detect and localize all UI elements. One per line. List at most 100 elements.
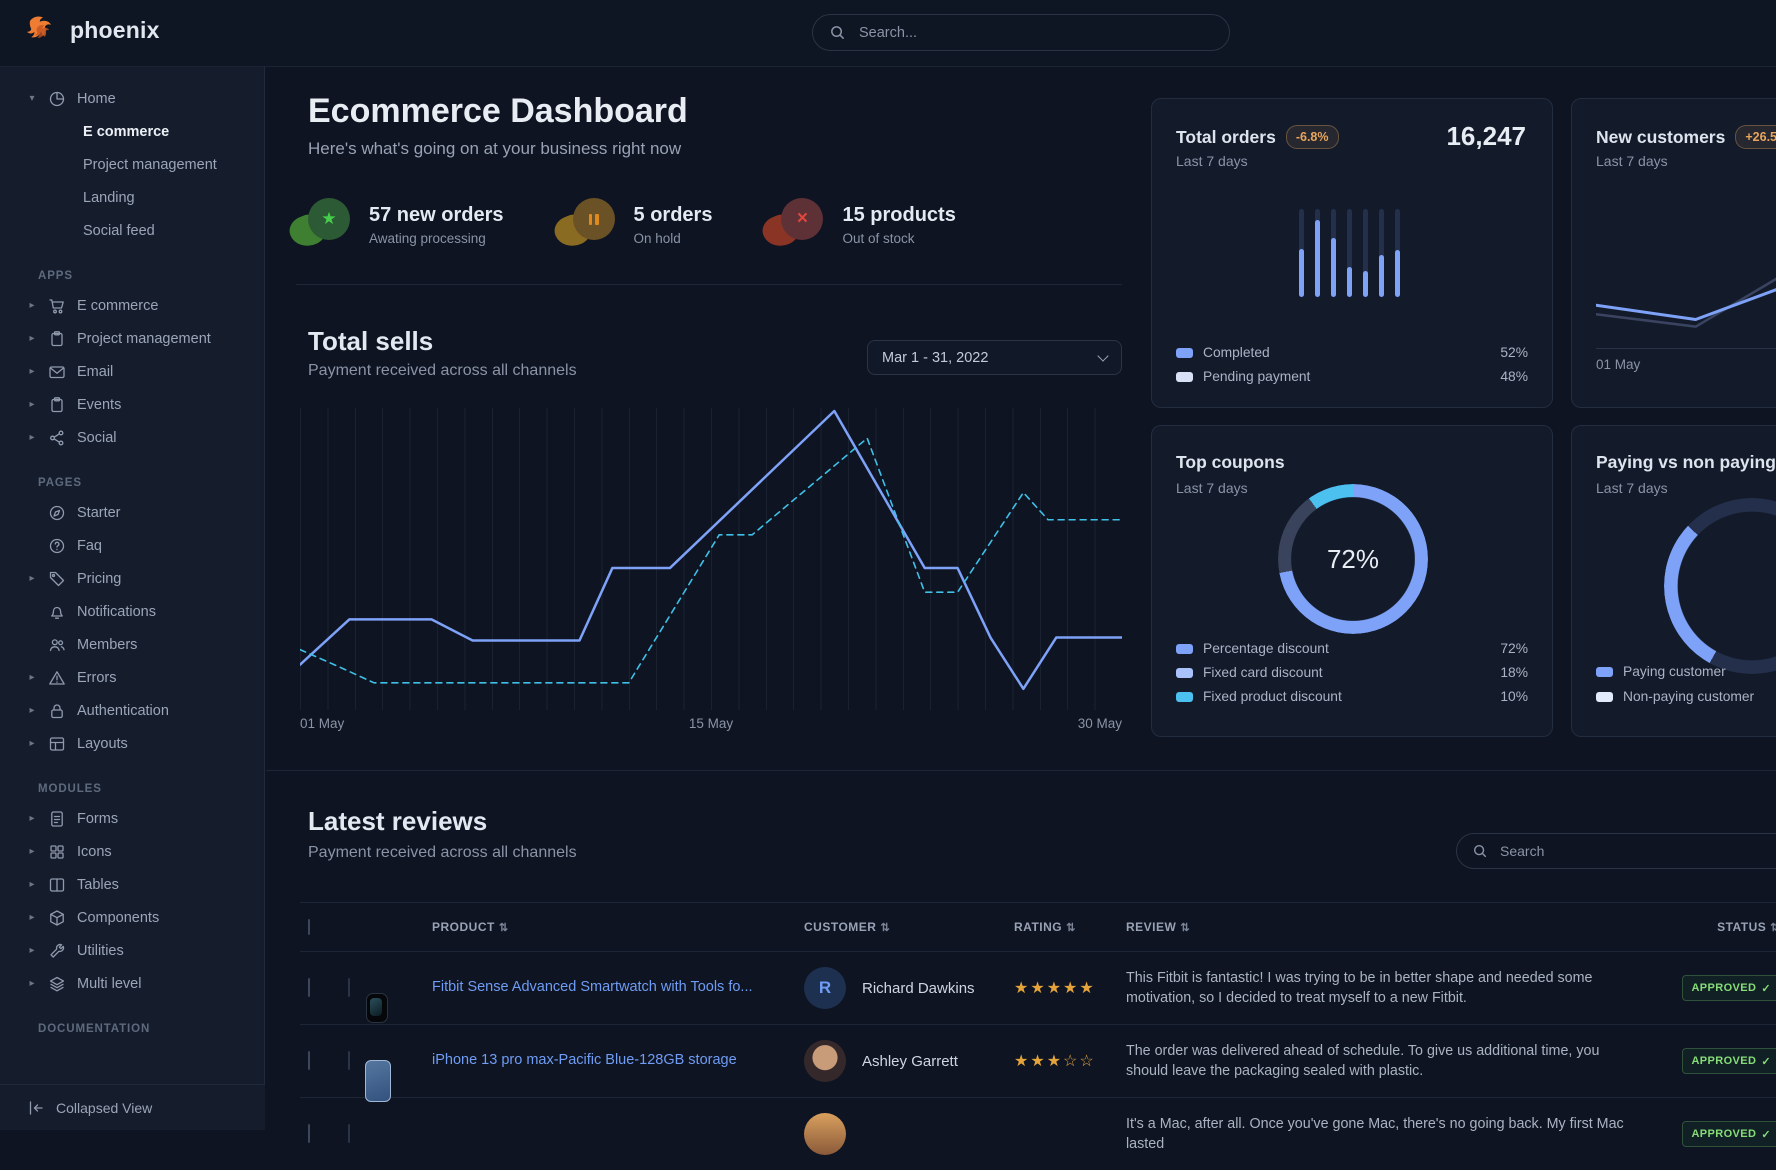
legend-label: Fixed card discount (1203, 665, 1323, 680)
clipboard-icon (48, 330, 66, 348)
page-subtitle: Here's what's going on at your business … (308, 139, 681, 159)
layout-icon (48, 735, 66, 753)
sidebar-item-layouts[interactable]: ▸ Layouts (0, 727, 264, 760)
total-orders-bar-chart (1299, 209, 1409, 297)
sidebar-item-icons[interactable]: ▸ Icons (0, 835, 264, 868)
column-header-status[interactable]: STATUS⇅ (1674, 920, 1776, 934)
column-header-rating[interactable]: RATING⇅ (1014, 920, 1126, 934)
sidebar-item-multi-level[interactable]: ▸ Multi level (0, 967, 264, 1000)
column-header-review[interactable]: REVIEW⇅ (1126, 920, 1674, 934)
sidebar-item-events[interactable]: ▸ Events (0, 388, 264, 421)
sidebar-item-project-management-app[interactable]: ▸ Project management (0, 322, 264, 355)
chevron-right-icon: ▸ (27, 300, 37, 311)
brand[interactable]: phoenix (26, 14, 160, 46)
legend-value: 48% (1500, 369, 1528, 384)
sidebar-item-label: Notifications (77, 604, 156, 620)
customer-cell: Ashley Garrett (804, 1040, 1014, 1082)
sort-icon: ⇅ (1180, 922, 1190, 934)
column-header-customer[interactable]: CUSTOMER⇅ (804, 920, 1014, 934)
sidebar-item-starter[interactable]: Starter (0, 496, 264, 529)
chevron-right-icon: ▸ (27, 945, 37, 956)
sidebar-item-faq[interactable]: Faq (0, 529, 264, 562)
reviews-search-input[interactable] (1498, 842, 1776, 860)
check-icon: ✓ (1761, 982, 1771, 995)
sidebar-section-modules: MODULES (0, 783, 264, 795)
sidebar-item-members[interactable]: Members (0, 628, 264, 661)
sidebar-item-landing[interactable]: Landing (0, 181, 264, 214)
row-checkbox[interactable] (308, 1051, 310, 1070)
sidebar-item-pricing[interactable]: ▸ Pricing (0, 562, 264, 595)
lock-icon (48, 702, 66, 720)
row-checkbox[interactable] (308, 1124, 310, 1143)
sidebar-item-social-feed[interactable]: Social feed (0, 214, 264, 247)
sidebar-item-home[interactable]: ▾ Home (0, 82, 264, 115)
tag-icon (48, 570, 66, 588)
box-icon (48, 909, 66, 927)
sidebar-item-label: Members (77, 637, 137, 653)
card-title: Paying vs non paying (1596, 452, 1776, 473)
product-thumbnail-iphone[interactable] (348, 1051, 350, 1070)
chevron-down-icon: ▾ (27, 93, 37, 104)
legend-value: 72% (1500, 641, 1528, 656)
bell-icon (48, 603, 66, 621)
product-link[interactable]: iPhone 13 pro max-Pacific Blue-128GB sto… (432, 1051, 804, 1071)
chevron-right-icon: ▸ (27, 573, 37, 584)
column-header-product[interactable]: PRODUCT⇅ (432, 920, 804, 934)
sidebar-item-notifications[interactable]: Notifications (0, 595, 264, 628)
customer-cell: R Richard Dawkins (804, 967, 1014, 1009)
total-sells-subtitle: Payment received across all channels (308, 362, 577, 380)
legend-label: Non-paying customer (1623, 689, 1754, 704)
x-tick: 30 May (1078, 716, 1122, 731)
card-title: Total orders (1176, 127, 1276, 148)
select-all-checkbox[interactable] (308, 919, 310, 935)
stat-caption: Awating processing (369, 231, 504, 246)
row-checkbox[interactable] (308, 978, 310, 997)
product-thumbnail-imac[interactable] (348, 1124, 350, 1143)
reviews-search[interactable] (1456, 833, 1776, 869)
stat-out-of-stock: × 15 products Out of stock (776, 198, 955, 250)
avatar[interactable] (804, 1113, 846, 1155)
avatar[interactable] (804, 1040, 846, 1082)
sidebar-item-utilities[interactable]: ▸ Utilities (0, 934, 264, 967)
chevron-right-icon: ▸ (27, 705, 37, 716)
sidebar-item-email[interactable]: ▸ Email (0, 355, 264, 388)
sidebar-item-e-commerce-dashboard[interactable]: E commerce (0, 115, 264, 148)
legend-label: Completed (1203, 345, 1270, 360)
global-search[interactable] (812, 14, 1230, 51)
customer-name: Richard Dawkins (862, 980, 975, 997)
product-link[interactable]: Fitbit Sense Advanced Smartwatch with To… (432, 978, 804, 998)
sidebar-item-social[interactable]: ▸ Social (0, 421, 264, 454)
legend-percentage-discount: Percentage discount 72% (1176, 641, 1528, 656)
ecommerce-dashboard-app: { "brand": {"name": "phoenix"}, "topnav"… (0, 0, 1776, 1130)
global-search-input[interactable] (857, 24, 1213, 42)
product-thumbnail-fitbit[interactable] (348, 978, 350, 997)
sort-icon: ⇅ (1770, 922, 1776, 934)
sidebar-item-errors[interactable]: ▸ Errors (0, 661, 264, 694)
divider (266, 770, 1776, 771)
card-title: Top coupons (1176, 452, 1285, 473)
sidebar-item-label: Layouts (77, 736, 128, 752)
chevron-right-icon: ▸ (27, 672, 37, 683)
grid-icon (48, 843, 66, 861)
sidebar-item-authentication[interactable]: ▸ Authentication (0, 694, 264, 727)
card-period: Last 7 days (1176, 153, 1248, 169)
status-badge: APPROVED✓ (1682, 975, 1776, 1001)
sidebar-item-label: Tables (77, 877, 119, 893)
total-sells-chart (300, 408, 1122, 710)
sort-icon: ⇅ (880, 922, 890, 934)
sidebar-item-forms[interactable]: ▸ Forms (0, 802, 264, 835)
collapse-sidebar-button[interactable]: Collapsed View (0, 1084, 265, 1130)
out-of-stock-x-icon: × (776, 198, 826, 250)
chevron-right-icon: ▸ (27, 366, 37, 377)
sidebar-item-ecommerce-app[interactable]: ▸ E commerce (0, 289, 264, 322)
top-coupons-card: Top coupons Last 7 days 72% Percentage d… (1151, 425, 1553, 737)
legend-label: Paying customer (1623, 664, 1726, 679)
sidebar-item-components[interactable]: ▸ Components (0, 901, 264, 934)
review-text: It's a Mac, after all. Once you've gone … (1126, 1114, 1674, 1154)
sidebar-item-project-management-dashboard[interactable]: Project management (0, 148, 264, 181)
date-range-select[interactable]: Mar 1 - 31, 2022 (867, 340, 1122, 375)
sidebar-item-tables[interactable]: ▸ Tables (0, 868, 264, 901)
status-badge: APPROVED✓ (1682, 1121, 1776, 1147)
avatar[interactable]: R (804, 967, 846, 1009)
pie-chart-icon (48, 90, 66, 108)
